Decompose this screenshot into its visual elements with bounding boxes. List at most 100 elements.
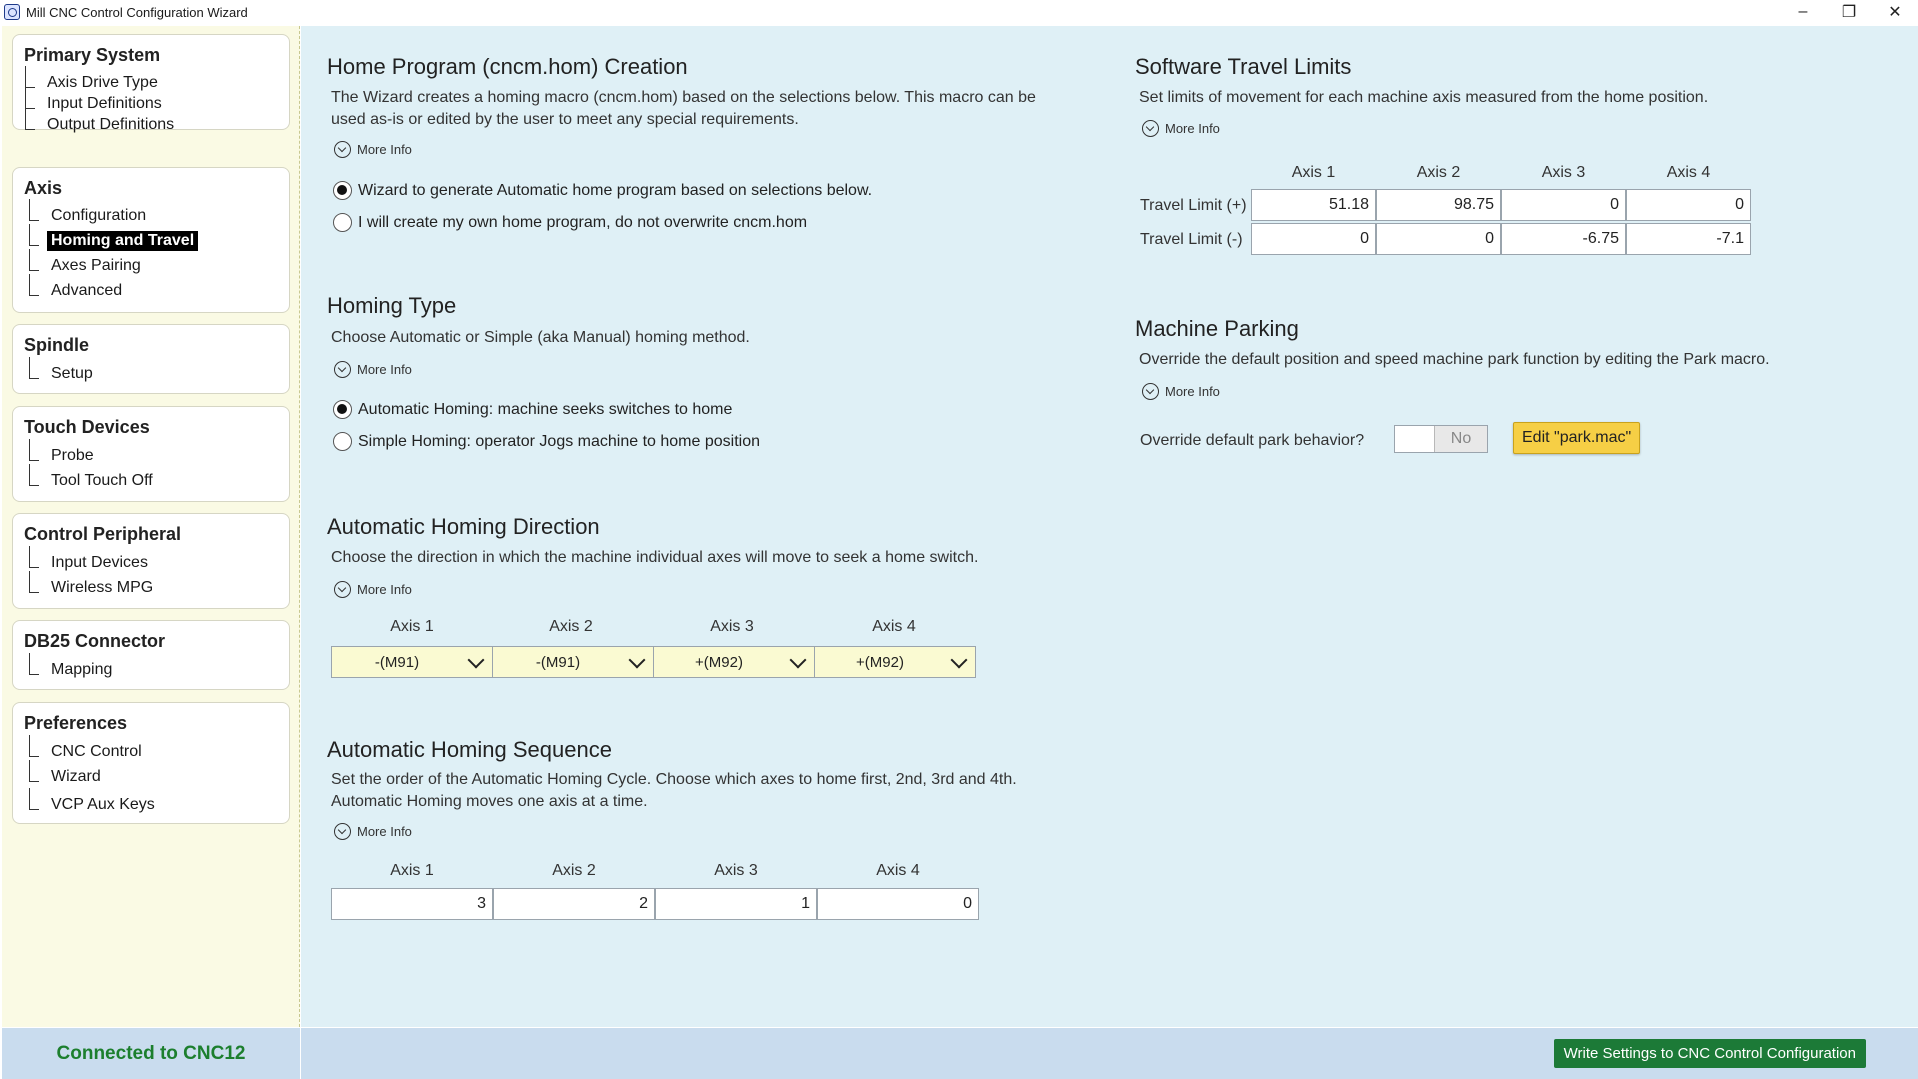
edit-park-mac-button[interactable]: Edit "park.mac" xyxy=(1513,422,1641,454)
chevron-down-icon xyxy=(1142,383,1159,400)
more-info-homing-type[interactable]: More Info xyxy=(334,361,412,378)
radio-wizard-generate[interactable]: Wizard to generate Automatic home progra… xyxy=(333,181,872,200)
nav-group-title: Preferences xyxy=(24,713,128,733)
sidebar-item-input-devices[interactable]: Input Devices xyxy=(29,546,152,575)
chevron-down-icon xyxy=(334,581,351,598)
chevron-down-icon xyxy=(334,361,351,378)
col-header-axis-4: Axis 4 xyxy=(872,618,916,635)
col-header-axis-1: Axis 1 xyxy=(390,862,434,879)
toggle-state: No xyxy=(1450,430,1472,447)
radio-simple-homing[interactable]: Simple Homing: operator Jogs machine to … xyxy=(333,432,760,451)
nav-group-axis: Axis Configuration Homing and Travel Axe… xyxy=(12,167,290,313)
travel-limit-plus-axis-3[interactable]: 0 xyxy=(1501,189,1626,221)
sidebar-item-mapping[interactable]: Mapping xyxy=(29,653,116,682)
home-program-description: The Wizard creates a homing macro (cncm.… xyxy=(331,89,1036,128)
radio-dot xyxy=(333,400,352,419)
sidebar-item-output-definitions[interactable]: Output Definitions xyxy=(25,108,178,137)
sidebar-item-configuration[interactable]: Configuration xyxy=(29,199,150,228)
section-title-homing-sequence: Automatic Homing Sequence xyxy=(327,737,612,762)
homing-type-description: Choose Automatic or Simple (aka Manual) … xyxy=(331,329,750,346)
chevron-down-icon xyxy=(334,141,351,158)
more-info-travel-limits[interactable]: More Info xyxy=(1142,120,1220,137)
sidebar-item-vcp-aux-keys[interactable]: VCP Aux Keys xyxy=(29,788,159,817)
sidebar-item-cnc-control[interactable]: CNC Control xyxy=(29,735,146,764)
homing-sequence-input-axis-3[interactable]: 1 xyxy=(655,888,817,920)
nav-group-title: Primary System xyxy=(24,45,161,65)
homing-direction-select-axis-1[interactable]: -(M91) xyxy=(331,646,493,678)
homing-sequence-description: Set the order of the Automatic Homing Cy… xyxy=(331,771,1017,810)
col-header-axis-2: Axis 2 xyxy=(549,618,593,635)
write-settings-button[interactable]: Write Settings to CNC Control Configurat… xyxy=(1553,1039,1866,1068)
sidebar-item-wizard[interactable]: Wizard xyxy=(29,760,105,789)
col-header-axis-2: Axis 2 xyxy=(552,862,596,879)
main-panel: Home Program (cncm.hom) Creation The Wiz… xyxy=(301,26,1918,1027)
radio-dot xyxy=(333,181,352,200)
nav-group-primary-system: Primary System Axis Drive Type Input Def… xyxy=(12,34,290,133)
sidebar-item-setup[interactable]: Setup xyxy=(29,357,97,386)
nav-group-touch-devices: Touch Devices Probe Tool Touch Off xyxy=(12,406,290,502)
section-title-machine-parking: Machine Parking xyxy=(1135,316,1299,341)
homing-direction-select-axis-2[interactable]: -(M91) xyxy=(492,646,654,678)
homing-direction-select-axis-4[interactable]: +(M92) xyxy=(814,646,976,678)
col-header-axis-3: Axis 3 xyxy=(714,862,758,879)
section-title-homing-type: Homing Type xyxy=(327,293,457,318)
travel-limit-minus-axis-2[interactable]: 0 xyxy=(1376,223,1501,255)
homing-sequence-input-axis-4[interactable]: 0 xyxy=(817,888,979,920)
nav-group-preferences: Preferences CNC Control Wizard VCP Aux K… xyxy=(12,702,290,824)
homing-sequence-input-axis-1[interactable]: 3 xyxy=(331,888,493,920)
more-info-home-program[interactable]: More Info xyxy=(334,141,412,158)
travel-limits-description: Set limits of movement for each machine … xyxy=(1139,89,1709,106)
override-park-label: Override default park behavior? xyxy=(1140,432,1365,449)
col-header-axis-3: Axis 3 xyxy=(710,618,754,635)
travel-limit-minus-axis-4[interactable]: -7.1 xyxy=(1626,223,1751,255)
section-title-travel-limits: Software Travel Limits xyxy=(1135,54,1352,79)
row-header-travel-limit-plus: Travel Limit (+) xyxy=(1140,197,1247,214)
minimize-icon[interactable]: – xyxy=(1780,0,1826,24)
travel-limit-plus-axis-1[interactable]: 51.18 xyxy=(1251,189,1376,221)
nav-group-title: Axis xyxy=(24,178,63,198)
restore-icon[interactable]: ❐ xyxy=(1826,0,1872,24)
machine-parking-description: Override the default position and speed … xyxy=(1139,351,1770,368)
travel-limit-minus-axis-3[interactable]: -6.75 xyxy=(1501,223,1626,255)
more-info-homing-direction[interactable]: More Info xyxy=(334,581,412,598)
title-bar: Mill CNC Control Configuration Wizard – … xyxy=(0,0,1918,24)
sidebar-item-wireless-mpg[interactable]: Wireless MPG xyxy=(29,571,157,600)
sidebar-item-axes-pairing[interactable]: Axes Pairing xyxy=(29,249,145,278)
nav-group-db25-connector: DB25 Connector Mapping xyxy=(12,620,290,690)
radio-dot xyxy=(333,432,352,451)
sidebar-item-probe[interactable]: Probe xyxy=(29,439,98,468)
override-park-toggle[interactable]: No xyxy=(1394,425,1488,453)
nav-group-title: Touch Devices xyxy=(24,417,150,437)
more-info-machine-parking[interactable]: More Info xyxy=(1142,383,1220,400)
travel-limit-minus-axis-1[interactable]: 0 xyxy=(1251,223,1376,255)
col-header-axis-4: Axis 4 xyxy=(1666,164,1711,181)
travel-limit-plus-axis-4[interactable]: 0 xyxy=(1626,189,1751,221)
radio-automatic-homing[interactable]: Automatic Homing: machine seeks switches… xyxy=(333,400,732,419)
row-header-travel-limit-minus: Travel Limit (-) xyxy=(1140,231,1243,248)
nav-group-title: Control Peripheral xyxy=(24,524,182,544)
col-header-axis-3: Axis 3 xyxy=(1541,164,1586,181)
nav-group-title: Spindle xyxy=(24,335,90,355)
section-title-homing-direction: Automatic Homing Direction xyxy=(327,514,600,539)
connection-status: Connected to CNC12 xyxy=(2,1028,300,1079)
app-icon xyxy=(4,4,20,20)
window-title: Mill CNC Control Configuration Wizard xyxy=(26,4,248,20)
homing-direction-description: Choose the direction in which the machin… xyxy=(331,549,979,566)
radio-create-own[interactable]: I will create my own home program, do no… xyxy=(333,213,807,232)
close-icon[interactable]: ✕ xyxy=(1872,0,1918,24)
more-info-homing-sequence[interactable]: More Info xyxy=(334,823,412,840)
nav-group-title: DB25 Connector xyxy=(24,631,166,651)
travel-limit-plus-axis-2[interactable]: 98.75 xyxy=(1376,189,1501,221)
sidebar-item-tool-touch-off[interactable]: Tool Touch Off xyxy=(29,464,157,493)
nav-group-control-peripheral: Control Peripheral Input Devices Wireles… xyxy=(12,513,290,609)
nav-group-spindle: Spindle Setup xyxy=(12,324,290,394)
chevron-down-icon xyxy=(1142,120,1159,137)
homing-direction-select-axis-3[interactable]: +(M92) xyxy=(653,646,815,678)
homing-sequence-input-axis-2[interactable]: 2 xyxy=(493,888,655,920)
col-header-axis-2: Axis 2 xyxy=(1416,164,1461,181)
sidebar-item-advanced[interactable]: Advanced xyxy=(29,274,126,303)
radio-dot xyxy=(333,213,352,232)
sidebar-item-homing-and-travel[interactable]: Homing and Travel xyxy=(29,224,199,253)
col-header-axis-4: Axis 4 xyxy=(876,862,920,879)
sidebar: Primary System Axis Drive Type Input Def… xyxy=(2,26,300,1027)
